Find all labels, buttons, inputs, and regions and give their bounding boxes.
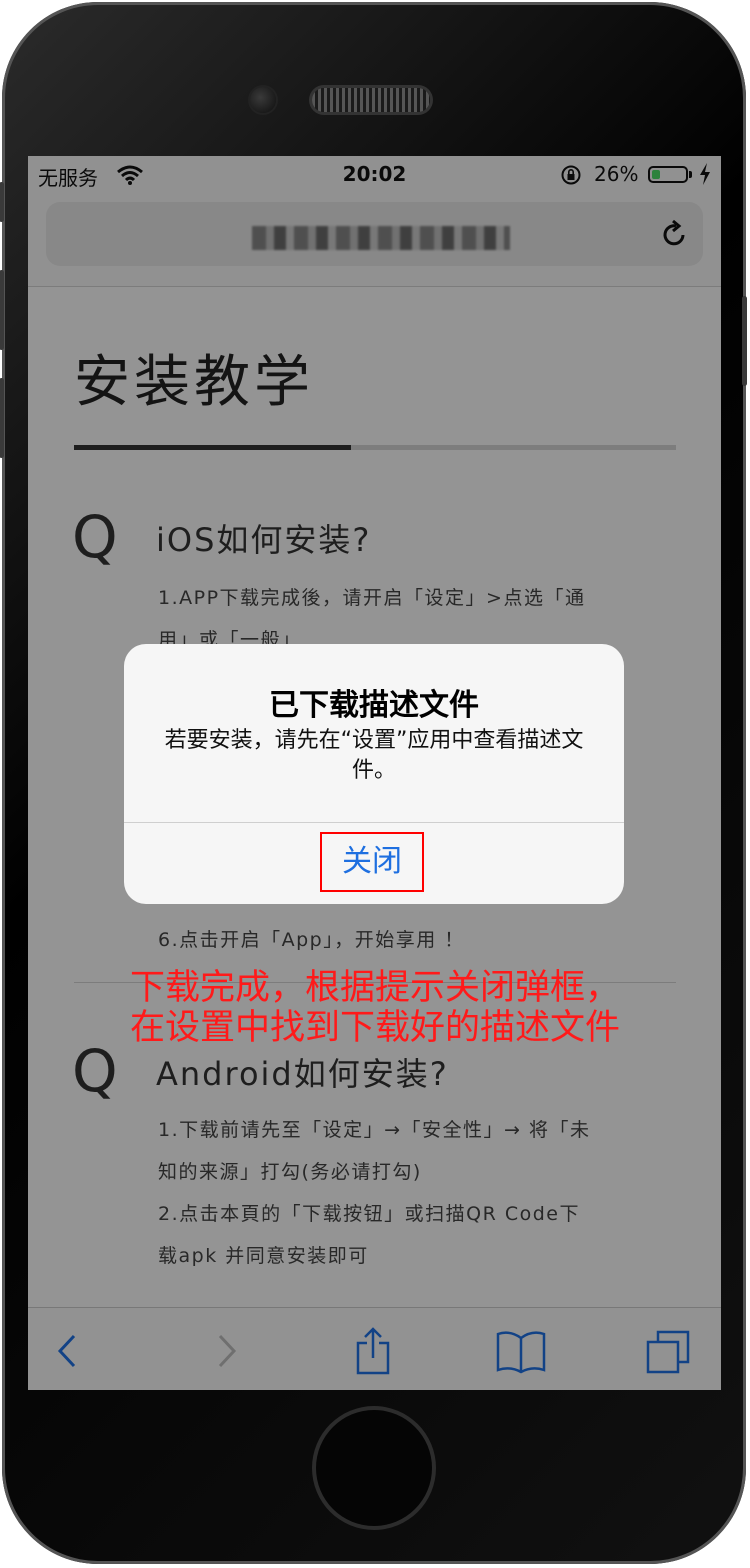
instruction-annotation: 下载完成，根据提示关闭弹框， 在设置中找到下载好的描述文件 bbox=[130, 968, 620, 1048]
profile-downloaded-alert: 已下载描述文件 若要安装，请先在“设置”应用中查看描述文件。 关闭 bbox=[124, 644, 624, 904]
volume-up-button bbox=[0, 270, 4, 350]
power-button bbox=[742, 296, 747, 386]
mute-switch bbox=[0, 182, 4, 222]
front-camera bbox=[250, 87, 276, 113]
alert-title: 已下载描述文件 bbox=[269, 688, 479, 723]
screen: 无服务 20:02 26% 安装教学 Q iOS如何安装? 1.APP下载完成後… bbox=[28, 156, 721, 1390]
annotation-line: 在设置中找到下载好的描述文件 bbox=[130, 1008, 621, 1048]
alert-message: 若要安装，请先在“设置”应用中查看描述文件。 bbox=[164, 728, 584, 783]
volume-down-button bbox=[0, 378, 4, 458]
annotation-line: 下载完成，根据提示关闭弹框， bbox=[130, 968, 621, 1008]
alert-divider bbox=[124, 822, 624, 823]
home-button[interactable] bbox=[316, 1410, 432, 1526]
earpiece-speaker bbox=[312, 88, 430, 112]
close-button[interactable]: 关闭 bbox=[320, 832, 424, 892]
